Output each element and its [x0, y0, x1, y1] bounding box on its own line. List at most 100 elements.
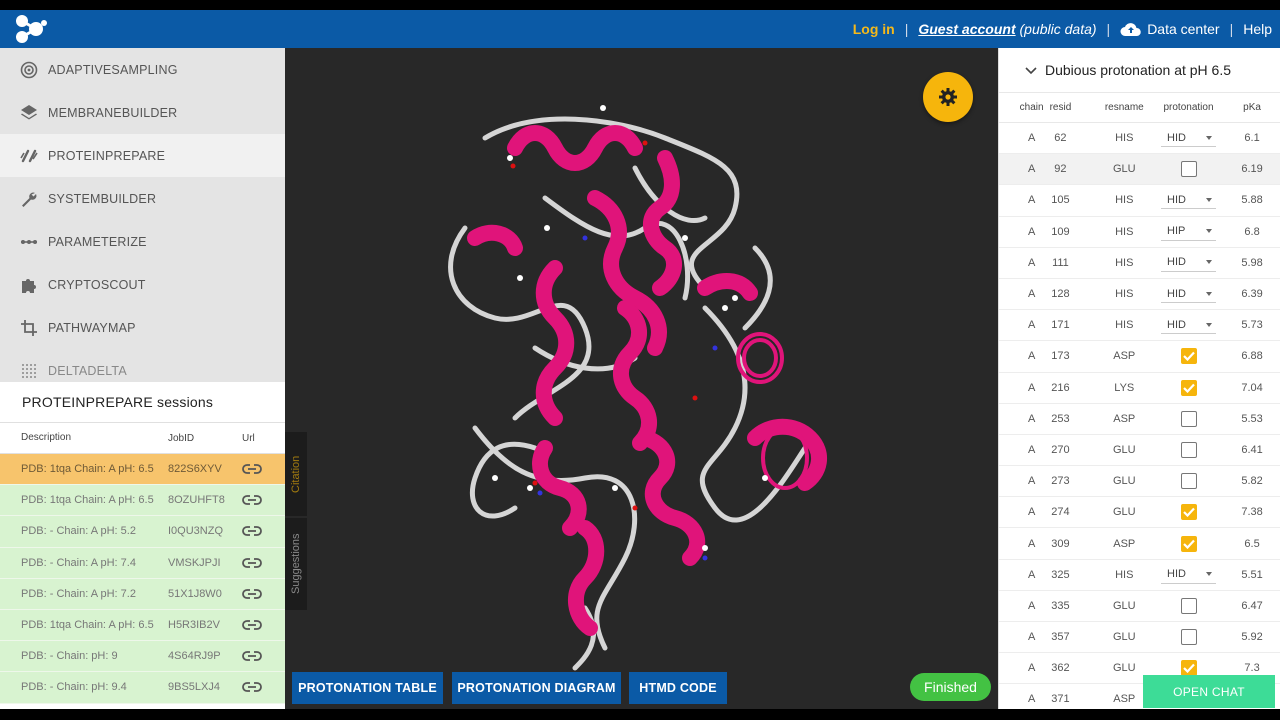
session-description: PDB: - Chain: A pH: 7.4 [21, 556, 136, 569]
status-badge: Finished [910, 673, 991, 701]
sidebar-item-label: SYSTEMBUILDER [48, 191, 157, 206]
molecule-viewer[interactable]: Citation Suggestions PROTONATION TABLE P… [285, 48, 998, 710]
cell-pka: 6.47 [1241, 599, 1263, 612]
cell-protonation [1156, 597, 1221, 614]
protonation-checkbox[interactable] [1180, 535, 1197, 552]
cell-resid: 274 [1051, 506, 1070, 519]
link-icon[interactable] [242, 619, 285, 631]
col-protonation: protonation [1163, 102, 1214, 113]
session-description: PDB: 1tqa Chain: A pH: 6.5 [21, 619, 154, 632]
session-row[interactable]: PDB: - Chain: A pH: 7.4 VMSKJPJI [0, 547, 285, 579]
protonation-select[interactable]: HID [1161, 285, 1216, 304]
protonation-select[interactable]: HID [1161, 191, 1216, 210]
protonation-checkbox[interactable] [1180, 348, 1197, 365]
protonation-diagram-button[interactable]: PROTONATION DIAGRAM [452, 672, 621, 704]
cell-pka: 5.92 [1241, 631, 1263, 644]
link-icon[interactable] [242, 525, 285, 537]
help-link[interactable]: Help [1243, 21, 1272, 37]
protonation-panel-title: Dubious protonation at pH 6.5 [1045, 62, 1232, 78]
settings-button[interactable] [923, 72, 973, 122]
citation-tab[interactable]: Citation [285, 432, 307, 516]
citation-label: Citation [290, 455, 302, 493]
cell-protonation: HID [1156, 254, 1221, 272]
cell-pka: 5.82 [1241, 475, 1263, 488]
protonation-select[interactable]: HID [1161, 129, 1216, 148]
session-row[interactable]: PDB: - Chain: A pH: 5.2 I0QU3NZQ [0, 516, 285, 548]
link-icon[interactable] [242, 494, 285, 506]
htmd-code-button[interactable]: HTMD CODE [629, 672, 727, 704]
link-icon[interactable] [242, 463, 285, 475]
check-icon [1182, 539, 1195, 549]
cell-protonation [1156, 504, 1221, 521]
link-icon[interactable] [242, 681, 285, 693]
link-icon[interactable] [242, 650, 285, 662]
protonation-checkbox[interactable] [1180, 410, 1197, 427]
cell-pka: 6.19 [1241, 163, 1263, 176]
session-description: PDB: - Chain: pH: 9.4 [21, 681, 127, 694]
protonation-checkbox[interactable] [1180, 161, 1197, 178]
sidebar-item-membranebuilder[interactable]: MEMBRANEBUILDER [0, 91, 285, 134]
protonation-select[interactable]: HID [1161, 254, 1216, 272]
sidebar-item-systembuilder[interactable]: SYSTEMBUILDER [0, 177, 285, 220]
login-link[interactable]: Log in [853, 21, 895, 37]
protonation-select[interactable]: HIP [1161, 223, 1216, 241]
sidebar-item-pathwaymap[interactable]: PATHWAYMAP [0, 306, 285, 349]
sidebar-item-parameterize[interactable]: PARAMETERIZE [0, 220, 285, 263]
suggestions-label: Suggestions [290, 533, 302, 595]
protonation-row: A 325 HIS HID 5.51 [999, 560, 1280, 591]
sidebar-item-proteinprepare[interactable]: PROTEINPREPARE [0, 134, 285, 177]
sidebar-item-adaptivesampling[interactable]: ADAPTIVESAMPLING [0, 48, 285, 91]
cell-resname: HIS [1115, 132, 1134, 145]
protonation-checkbox[interactable] [1180, 379, 1197, 396]
session-row[interactable]: PDB: - Chain: pH: 9.4 9BS5LXJ4 [0, 672, 285, 704]
app-logo-icon[interactable] [14, 13, 48, 45]
protonation-checkbox[interactable] [1180, 441, 1197, 458]
cell-pka: 5.88 [1241, 194, 1263, 207]
protonation-row: A 62 HIS HID 6.1 [999, 123, 1280, 155]
session-row[interactable]: PDB: - Chain: pH: 9 4S64RJ9P [0, 641, 285, 673]
protonation-checkbox[interactable] [1180, 660, 1197, 677]
session-row[interactable]: PDB: 1tqa Chain: A pH: 6.5 H5R3IB2V [0, 609, 285, 642]
link-icon[interactable] [242, 588, 285, 600]
session-row[interactable]: PDB: - Chain: A pH: 7.2 51X1J8W0 [0, 578, 285, 610]
cell-resid: 171 [1051, 319, 1070, 332]
cell-resname: HIS [1115, 256, 1134, 269]
cell-resid: 270 [1051, 443, 1070, 456]
col-resid: resid [1049, 102, 1072, 113]
cell-resid: 357 [1051, 631, 1070, 644]
protonation-table-button[interactable]: PROTONATION TABLE [292, 672, 443, 704]
cell-resname: ASP [1113, 350, 1136, 363]
caret-down-icon [1206, 572, 1212, 577]
brush-icon [20, 147, 38, 165]
protonation-checkbox[interactable] [1180, 473, 1197, 490]
protonation-row: A 92 GLU 6.19 [999, 154, 1280, 186]
sidebar-item-cryptoscout[interactable]: CRYPTOSCOUT [0, 263, 285, 306]
protonation-checkbox[interactable] [1180, 597, 1197, 614]
cell-pka: 7.04 [1241, 381, 1263, 394]
cell-pka: 5.53 [1241, 412, 1263, 425]
link-icon[interactable] [242, 557, 285, 569]
cell-resid: 253 [1051, 412, 1070, 425]
sidebar-item-label: ADAPTIVESAMPLING [48, 62, 178, 77]
protonation-row: A 173 ASP 6.88 [999, 341, 1280, 373]
session-row[interactable]: PDB: 1tqa Chain: A pH: 6.5 8OZUHFT8 [0, 485, 285, 517]
protonation-select[interactable]: HID [1161, 316, 1216, 335]
protonation-row: A 171 HIS HID 5.73 [999, 310, 1280, 342]
sessions-title: PROTEINPREPARE sessions [22, 394, 214, 410]
cell-protonation: HID [1156, 566, 1221, 584]
protonation-checkbox[interactable] [1180, 629, 1197, 646]
protonation-checkbox[interactable] [1180, 504, 1197, 521]
suggestions-tab[interactable]: Suggestions [285, 518, 307, 610]
guest-account-link[interactable]: Guest account (public data) [918, 21, 1096, 37]
open-chat-button[interactable]: OPEN CHAT [1143, 675, 1275, 708]
caret-down-icon [1206, 229, 1212, 234]
cell-resname: LYS [1114, 381, 1135, 394]
layers-icon [20, 104, 38, 122]
protonation-select[interactable]: HID [1161, 566, 1216, 584]
cell-resid: 128 [1051, 288, 1070, 301]
data-center-link[interactable]: Data center [1120, 21, 1220, 37]
cell-resid: 273 [1051, 475, 1070, 488]
protonation-panel-header[interactable]: Dubious protonation at pH 6.5 [999, 48, 1280, 93]
session-row[interactable]: PDB: 1tqa Chain: A pH: 6.5 822S6XYV [0, 454, 285, 486]
cell-protonation [1156, 441, 1221, 458]
